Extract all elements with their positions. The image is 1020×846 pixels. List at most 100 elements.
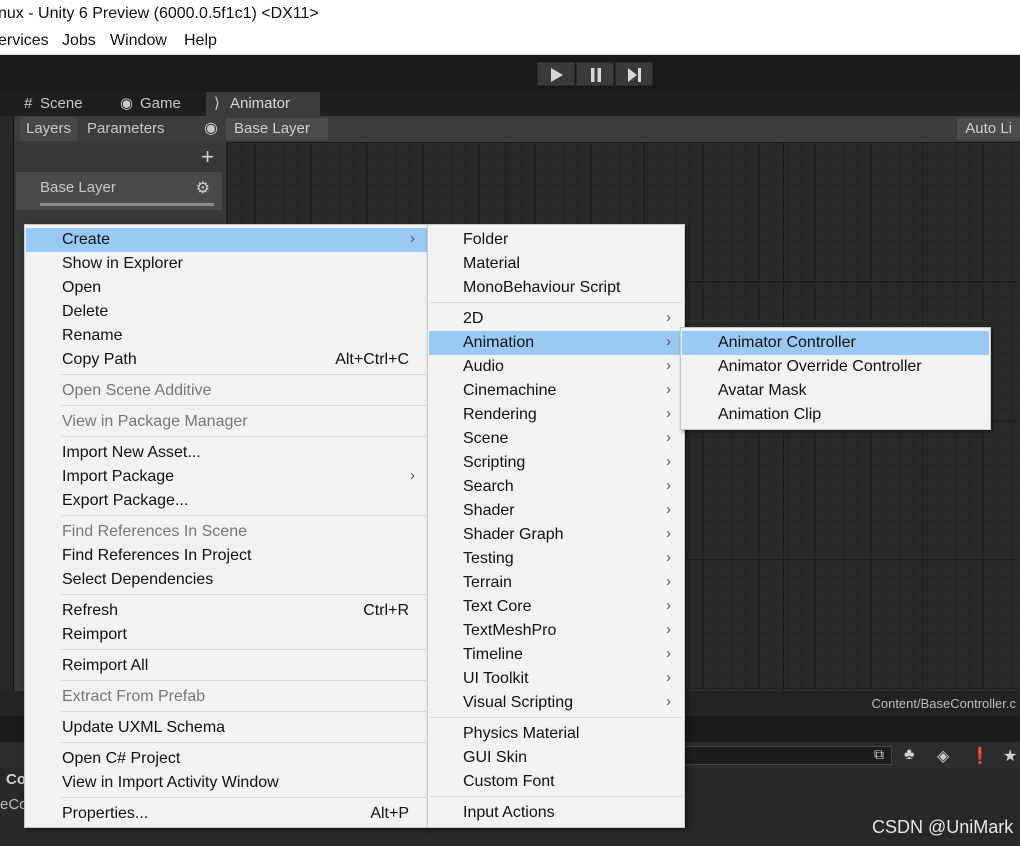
menu-item-import-new-asset[interactable]: Import New Asset...	[26, 441, 427, 465]
menu-item-delete[interactable]: Delete	[26, 300, 427, 324]
menu-item-rename[interactable]: Rename	[26, 324, 427, 348]
animation-item-animator-controller[interactable]: Animator Controller	[682, 331, 989, 355]
chevron-right-icon: ›	[666, 645, 671, 662]
animation-submenu: Animator Controller Animator Override Co…	[680, 327, 991, 430]
create-item-text-core[interactable]: Text Core ›	[429, 595, 683, 619]
plus-icon[interactable]: +	[201, 144, 214, 170]
create-item-physics-material[interactable]: Physics Material	[429, 722, 683, 746]
tab-scene[interactable]: # Scene	[16, 92, 112, 116]
menu-item-view-in-package-manager: View in Package Manager	[62, 413, 248, 430]
create-item-timeline[interactable]: Timeline ›	[429, 643, 683, 667]
animation-item-animation-clip[interactable]: Animation Clip	[682, 403, 989, 427]
play-button[interactable]	[537, 62, 575, 86]
menu-item-export-package[interactable]: Export Package...	[26, 489, 427, 513]
layer-weight-bar	[40, 203, 214, 206]
create-item-scripting[interactable]: Scripting ›	[429, 451, 683, 475]
grid-icon: #	[24, 95, 33, 112]
pause-icon	[591, 68, 601, 82]
menu-services[interactable]: ervices	[0, 32, 49, 50]
eye-icon[interactable]: ◉	[198, 117, 224, 141]
menu-item-import-package[interactable]: Import Package ›	[26, 465, 427, 489]
menu-item-copy-path[interactable]: Copy Path Alt+Ctrl+C	[26, 348, 427, 372]
menu-window[interactable]: Window	[110, 32, 167, 50]
menu-jobs[interactable]: Jobs	[62, 32, 96, 50]
create-item-textmeshpro[interactable]: TextMeshPro ›	[429, 619, 683, 643]
create-item-visual-scripting[interactable]: Visual Scripting ›	[429, 691, 683, 715]
menu-item-properties[interactable]: Properties... Alt+P	[26, 802, 427, 826]
menu-item-reimport-all[interactable]: Reimport All	[26, 654, 427, 678]
create-item-rendering[interactable]: Rendering ›	[429, 403, 683, 427]
create-item-custom-font[interactable]: Custom Font	[429, 770, 683, 794]
external-icon[interactable]: ⧉	[874, 746, 884, 763]
window-titlebar: nux - Unity 6 Preview (6000.0.5f1c1) <DX…	[0, 0, 1020, 30]
layers-tab[interactable]: Layers	[20, 117, 78, 141]
tab-game[interactable]: ◉ Game	[112, 92, 206, 116]
window-title: nux - Unity 6 Preview (6000.0.5f1c1) <DX…	[0, 5, 319, 22]
chevron-right-icon: ›	[666, 453, 671, 470]
menu-help[interactable]: Help	[184, 32, 217, 50]
create-submenu: Folder Material MonoBehaviour Script 2D ›…	[427, 224, 685, 828]
context-menu: Create › Show in Explorer Open Delete Ren…	[24, 224, 429, 828]
chevron-right-icon: ›	[666, 477, 671, 494]
create-item-cinemachine[interactable]: Cinemachine ›	[429, 379, 683, 403]
chevron-right-icon: ›	[410, 230, 415, 247]
create-item-folder[interactable]: Folder	[429, 228, 683, 252]
menu-item-find-references-in-project[interactable]: Find References In Project	[26, 544, 427, 568]
parameters-tab[interactable]: Parameters	[81, 117, 171, 141]
breadcrumb[interactable]: Base Layer	[226, 118, 328, 140]
project-search-input[interactable]	[680, 746, 892, 765]
menu-item-refresh[interactable]: Refresh Ctrl+R	[26, 599, 427, 623]
menu-item-find-references-in-scene: Find References In Scene	[62, 523, 247, 540]
create-item-scene[interactable]: Scene ›	[429, 427, 683, 451]
step-icon	[628, 68, 641, 82]
menu-item-show-in-explorer[interactable]: Show in Explorer	[26, 252, 427, 276]
menu-item-create[interactable]: Create ›	[26, 228, 427, 252]
chevron-right-icon: ›	[666, 405, 671, 422]
layer-item[interactable]: Base Layer ⚙	[16, 172, 222, 210]
animation-item-animator-override-controller[interactable]: Animator Override Controller	[682, 355, 989, 379]
menu-item-extract-from-prefab: Extract From Prefab	[62, 688, 206, 705]
create-item-gui-skin[interactable]: GUI Skin	[429, 746, 683, 770]
layer-name: Base Layer	[40, 179, 116, 196]
pause-button[interactable]	[576, 62, 614, 86]
tab-animator[interactable]: ⟩ Animator	[206, 92, 320, 116]
auto-live-button[interactable]: Auto Li	[957, 118, 1020, 140]
create-item-ui-toolkit[interactable]: UI Toolkit ›	[429, 667, 683, 691]
animator-icon: ⟩	[214, 95, 220, 112]
menu-item-update-uxml-schema[interactable]: Update UXML Schema	[26, 716, 427, 740]
create-item-terrain[interactable]: Terrain ›	[429, 571, 683, 595]
menu-item-open[interactable]: Open	[26, 276, 427, 300]
filter-icon[interactable]: ♣	[904, 746, 915, 764]
create-item-audio[interactable]: Audio ›	[429, 355, 683, 379]
animation-item-avatar-mask[interactable]: Avatar Mask	[682, 379, 989, 403]
create-item-animation[interactable]: Animation ›	[429, 331, 683, 355]
menu-item-open-scene-additive: Open Scene Additive	[62, 382, 212, 399]
chevron-right-icon: ›	[666, 693, 671, 710]
create-item-search[interactable]: Search ›	[429, 475, 683, 499]
menu-item-select-dependencies[interactable]: Select Dependencies	[26, 568, 427, 592]
step-button[interactable]	[615, 62, 653, 86]
tag-icon[interactable]: ◈	[937, 746, 949, 766]
create-item-2d[interactable]: 2D ›	[429, 307, 683, 331]
gear-icon[interactable]: ⚙	[196, 178, 210, 198]
create-item-material[interactable]: Material	[429, 252, 683, 276]
chevron-right-icon: ›	[666, 621, 671, 638]
menu-item-open-csharp-project[interactable]: Open C# Project	[26, 747, 427, 771]
chevron-right-icon: ›	[666, 525, 671, 542]
warning-icon[interactable]: ❗	[970, 746, 990, 766]
asset-path: Content/BaseController.c	[871, 696, 1016, 711]
chevron-right-icon: ›	[666, 333, 671, 350]
star-icon[interactable]: ★	[1003, 746, 1017, 766]
menu-item-view-import-activity[interactable]: View in Import Activity Window	[26, 771, 427, 795]
create-item-testing[interactable]: Testing ›	[429, 547, 683, 571]
play-icon	[551, 68, 563, 82]
chevron-right-icon: ›	[666, 597, 671, 614]
chevron-right-icon: ›	[666, 309, 671, 326]
create-item-shader-graph[interactable]: Shader Graph ›	[429, 523, 683, 547]
create-item-input-actions[interactable]: Input Actions	[429, 801, 683, 825]
create-item-shader[interactable]: Shader ›	[429, 499, 683, 523]
gamepad-icon: ◉	[120, 95, 134, 112]
chevron-right-icon: ›	[666, 357, 671, 374]
menu-item-reimport[interactable]: Reimport	[26, 623, 427, 647]
create-item-monobehaviour-script[interactable]: MonoBehaviour Script	[429, 276, 683, 300]
